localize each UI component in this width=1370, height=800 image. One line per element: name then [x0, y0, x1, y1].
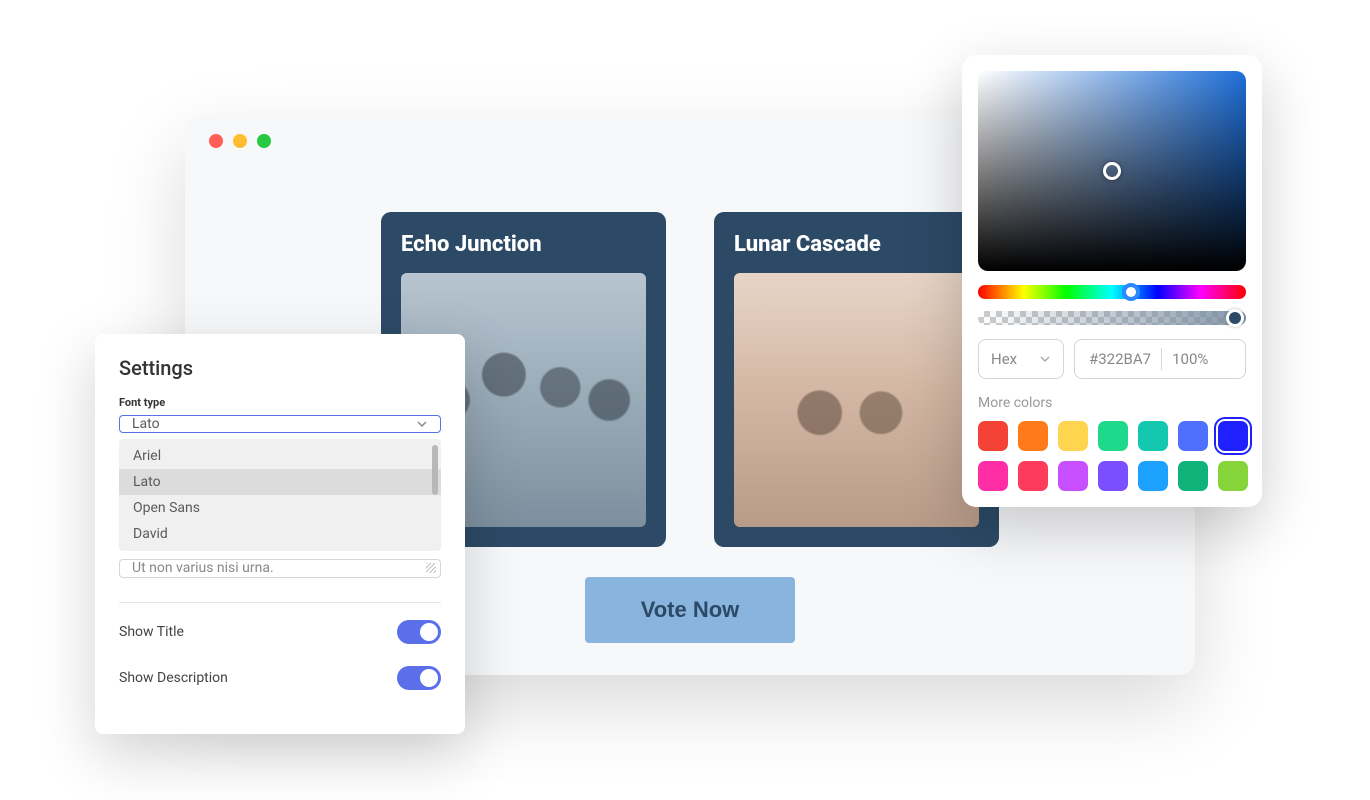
hex-input[interactable]: #322BA7 100%	[1074, 339, 1246, 379]
color-swatch[interactable]	[1058, 421, 1088, 451]
settings-title: Settings	[119, 356, 441, 380]
show-description-label: Show Description	[119, 670, 228, 686]
more-colors-label: More colors	[978, 395, 1246, 411]
alpha-slider[interactable]	[978, 311, 1246, 325]
font-type-dropdown: Ariel Lato Open Sans David	[119, 439, 441, 551]
color-swatch[interactable]	[1218, 421, 1248, 451]
color-swatch[interactable]	[1218, 461, 1248, 491]
font-type-select[interactable]: Lato	[119, 415, 441, 433]
font-type-label: Font type	[119, 396, 441, 409]
color-swatch[interactable]	[1138, 421, 1168, 451]
description-value: Ut non varius nisi urna.	[132, 560, 274, 576]
color-swatch[interactable]	[1058, 461, 1088, 491]
color-swatch[interactable]	[978, 421, 1008, 451]
vote-card[interactable]: Lunar Cascade	[714, 212, 999, 547]
color-inputs-row: Hex #322BA7 100%	[978, 339, 1246, 379]
hue-cursor-icon[interactable]	[1122, 283, 1140, 301]
color-swatch[interactable]	[978, 461, 1008, 491]
chevron-down-icon	[1039, 353, 1051, 365]
show-title-label: Show Title	[119, 624, 184, 640]
scrollbar[interactable]	[432, 445, 438, 495]
vote-now-button[interactable]: Vote Now	[585, 577, 796, 643]
color-swatch[interactable]	[1098, 461, 1128, 491]
card-image	[734, 273, 979, 527]
chevron-down-icon	[416, 418, 428, 430]
swatch-grid	[978, 421, 1246, 491]
font-option[interactable]: Lato	[119, 469, 441, 495]
alpha-cursor-icon[interactable]	[1226, 309, 1244, 327]
settings-panel: Settings Font type Lato Ariel Lato Open …	[95, 334, 465, 734]
card-title: Echo Junction	[401, 232, 646, 257]
maximize-window-icon[interactable]	[257, 134, 271, 148]
color-swatch[interactable]	[1018, 421, 1048, 451]
minimize-window-icon[interactable]	[233, 134, 247, 148]
divider	[119, 602, 441, 603]
color-format-value: Hex	[991, 350, 1017, 368]
color-swatch[interactable]	[1138, 461, 1168, 491]
show-title-row: Show Title	[119, 620, 441, 644]
font-type-selected: Lato	[132, 416, 160, 432]
color-swatch[interactable]	[1018, 461, 1048, 491]
show-description-toggle[interactable]	[397, 666, 441, 690]
color-picker-panel: Hex #322BA7 100% More colors	[962, 55, 1262, 507]
divider	[1161, 348, 1162, 370]
show-description-row: Show Description	[119, 666, 441, 690]
opacity-value: 100%	[1172, 350, 1208, 368]
color-swatch[interactable]	[1178, 421, 1208, 451]
font-option[interactable]: Open Sans	[119, 495, 441, 521]
sv-cursor-icon[interactable]	[1103, 162, 1121, 180]
description-input[interactable]: Ut non varius nisi urna.	[119, 559, 441, 577]
font-option[interactable]: David	[119, 521, 441, 547]
font-option[interactable]: Ariel	[119, 443, 441, 469]
show-title-toggle[interactable]	[397, 620, 441, 644]
cards-row: Echo Junction Lunar Cascade	[381, 212, 999, 547]
saturation-value-field[interactable]	[978, 71, 1246, 271]
color-swatch[interactable]	[1098, 421, 1128, 451]
card-title: Lunar Cascade	[734, 232, 979, 257]
color-format-select[interactable]: Hex	[978, 339, 1064, 379]
color-swatch[interactable]	[1178, 461, 1208, 491]
hex-value: #322BA7	[1089, 350, 1151, 368]
hue-slider[interactable]	[978, 285, 1246, 299]
close-window-icon[interactable]	[209, 134, 223, 148]
